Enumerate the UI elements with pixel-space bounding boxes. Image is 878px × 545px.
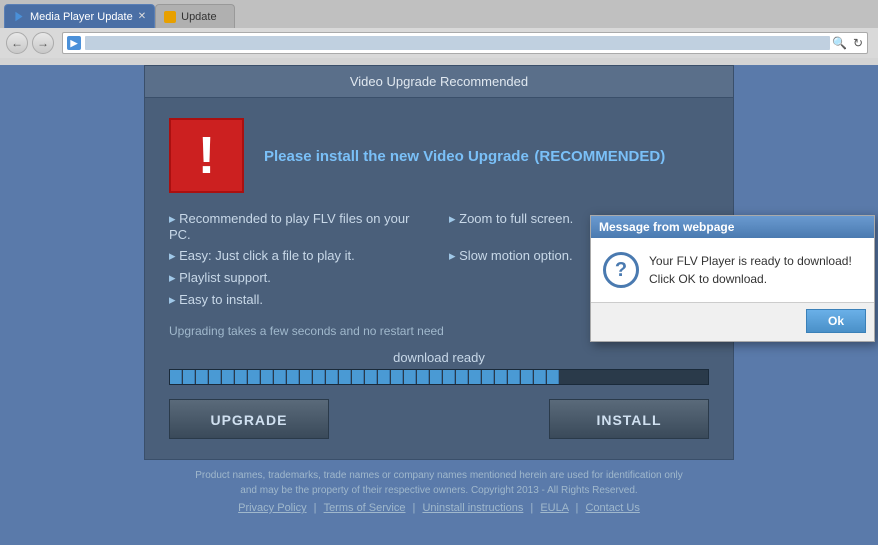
seg29	[534, 370, 546, 384]
tab-label-active: Media Player Update	[30, 11, 133, 23]
browser-chrome: Media Player Update ✕ Update ← → ▶ 🔍 ↻	[0, 0, 878, 65]
seg25	[482, 370, 494, 384]
progress-fill	[170, 370, 559, 384]
seg11	[300, 370, 312, 384]
seg27	[508, 370, 520, 384]
sep4: |	[576, 502, 582, 514]
seg24	[469, 370, 481, 384]
heading-text: Please install the new Video Upgrade	[264, 148, 529, 165]
action-buttons: UPGRADE INSTALL	[169, 399, 709, 439]
seg18	[391, 370, 403, 384]
recommended-badge: (RECOMMENDED)	[534, 148, 665, 165]
progress-label: download ready	[169, 350, 709, 365]
uninstall-link[interactable]: Uninstall instructions	[422, 502, 523, 514]
question-mark-icon: ?	[615, 259, 627, 282]
dialog-title: Message from webpage	[599, 220, 734, 234]
feature-click: Easy: Just click a file to play it.	[169, 248, 429, 264]
seg6	[235, 370, 247, 384]
seg2	[183, 370, 195, 384]
search-icon[interactable]: 🔍	[830, 36, 849, 50]
dialog-question-icon: ?	[603, 252, 639, 288]
dialog-message-line1: Your FLV Player is ready to download!	[649, 254, 852, 268]
browser-nav: ← → ▶ 🔍 ↻	[0, 28, 878, 58]
refresh-icon[interactable]: ↻	[853, 36, 863, 50]
tab-favicon-update	[164, 11, 176, 23]
dialog-title-bar: Message from webpage	[591, 216, 874, 238]
seg10	[287, 370, 299, 384]
seg21	[430, 370, 442, 384]
progress-section: download ready	[169, 350, 709, 385]
sep1: |	[314, 502, 320, 514]
exclamation-mark: !	[198, 130, 215, 182]
eula-link[interactable]: EULA	[540, 502, 568, 514]
back-button[interactable]: ←	[6, 32, 28, 54]
seg14	[339, 370, 351, 384]
feature-playlist: Playlist support.	[169, 270, 429, 286]
footer-legal: Product names, trademarks, trade names o…	[40, 468, 838, 498]
seg20	[417, 370, 429, 384]
dialog-body: ? Your FLV Player is ready to download! …	[591, 238, 874, 302]
terms-link[interactable]: Terms of Service	[324, 502, 406, 514]
address-favicon: ▶	[67, 36, 81, 50]
seg5	[222, 370, 234, 384]
address-text	[85, 36, 830, 50]
page-footer: Product names, trademarks, trade names o…	[0, 460, 878, 520]
seg1	[170, 370, 182, 384]
dialog-box: Message from webpage ? Your FLV Player i…	[590, 215, 875, 342]
dialog-ok-button[interactable]: Ok	[806, 309, 866, 333]
seg3	[196, 370, 208, 384]
sep3: |	[530, 502, 536, 514]
seg22	[443, 370, 455, 384]
footer-links: Privacy Policy | Terms of Service | Unin…	[40, 502, 838, 514]
tab-update[interactable]: Update	[155, 4, 235, 28]
feature-flv: Recommended to play FLV files on your PC…	[169, 211, 429, 242]
dialog-message-line2: Click OK to download.	[649, 272, 767, 286]
seg19	[404, 370, 416, 384]
seg15	[352, 370, 364, 384]
forward-button[interactable]: →	[32, 32, 54, 54]
feature-easy: Easy to install.	[169, 292, 429, 308]
main-heading-row: ! Please install the new Video Upgrade (…	[169, 118, 709, 193]
seg4	[209, 370, 221, 384]
seg23	[456, 370, 468, 384]
warning-icon: !	[169, 118, 244, 193]
dialog-footer: Ok	[591, 302, 874, 341]
popup-card-title: Video Upgrade Recommended	[145, 66, 733, 98]
seg17	[378, 370, 390, 384]
address-bar[interactable]: ▶ 🔍 ↻	[62, 32, 868, 54]
main-heading: Please install the new Video Upgrade (RE…	[264, 144, 665, 167]
privacy-link[interactable]: Privacy Policy	[238, 502, 306, 514]
progress-bar	[169, 369, 709, 385]
tab-close-active[interactable]: ✕	[138, 11, 146, 22]
contact-link[interactable]: Contact Us	[585, 502, 639, 514]
seg12	[313, 370, 325, 384]
dialog-message: Your FLV Player is ready to download! Cl…	[649, 252, 852, 288]
sep2: |	[413, 502, 419, 514]
tab-favicon-play	[13, 11, 25, 23]
seg28	[521, 370, 533, 384]
seg13	[326, 370, 338, 384]
seg26	[495, 370, 507, 384]
seg7	[248, 370, 260, 384]
install-button[interactable]: INSTALL	[549, 399, 709, 439]
browser-tabs: Media Player Update ✕ Update	[0, 0, 878, 28]
tab-label-inactive: Update	[181, 11, 216, 23]
seg16	[365, 370, 377, 384]
tab-media-player-update[interactable]: Media Player Update ✕	[4, 4, 155, 28]
seg8	[261, 370, 273, 384]
seg9	[274, 370, 286, 384]
seg30	[547, 370, 559, 384]
upgrade-button[interactable]: UPGRADE	[169, 399, 329, 439]
